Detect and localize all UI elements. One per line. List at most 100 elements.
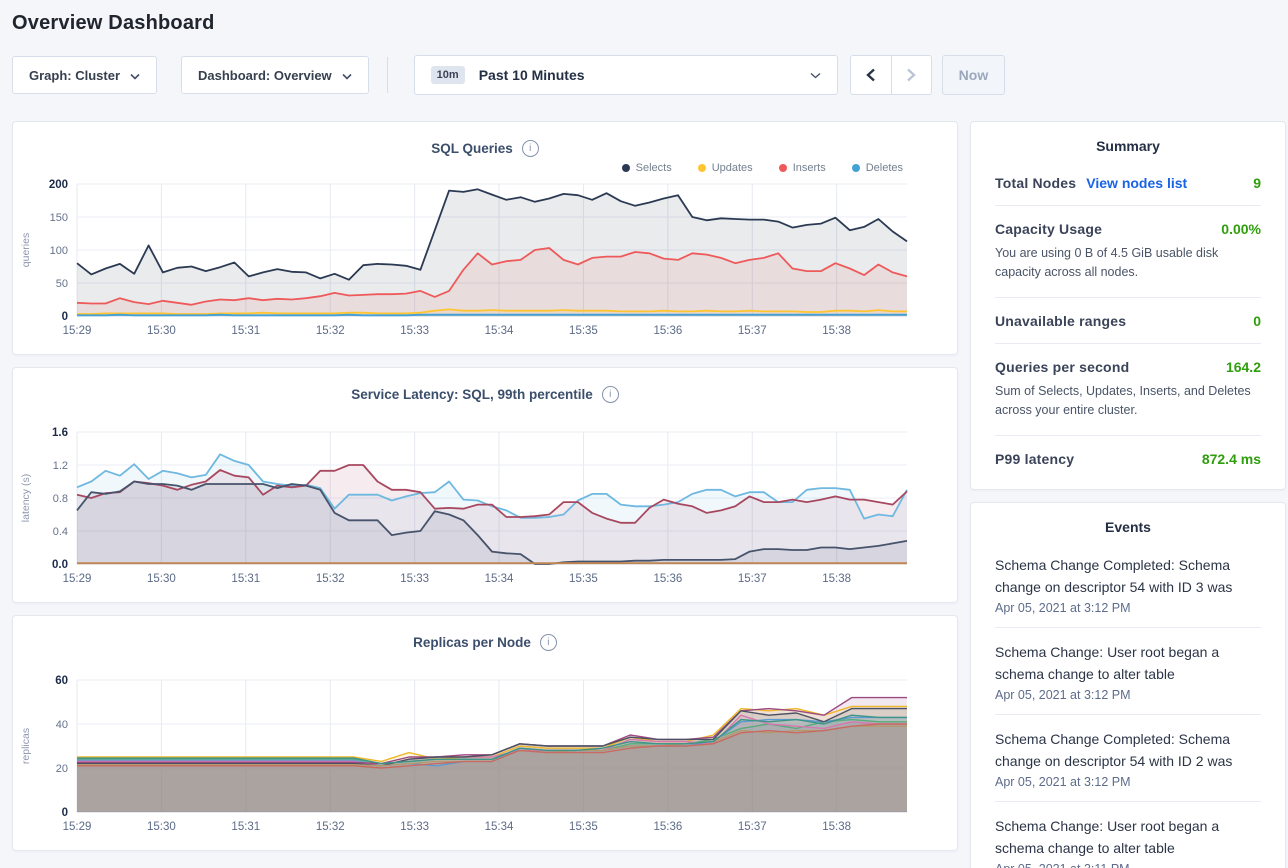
svg-text:15:34: 15:34 [485, 821, 514, 833]
svg-text:15:33: 15:33 [400, 325, 429, 337]
summary-row-p99: P99 latency 872.4 ms [995, 436, 1261, 489]
svg-text:15:36: 15:36 [653, 821, 682, 833]
view-nodes-list-link[interactable]: View nodes list [1086, 175, 1187, 191]
sidebar-column: Summary Total Nodes View nodes list 9 Ca… [970, 121, 1286, 868]
next-time-button[interactable] [891, 56, 931, 94]
total-nodes-label: Total Nodes [995, 175, 1076, 191]
chevron-down-icon [342, 68, 352, 83]
svg-text:15:35: 15:35 [569, 821, 598, 833]
svg-text:15:29: 15:29 [63, 325, 92, 337]
info-icon[interactable]: i [602, 386, 619, 403]
summary-row-total-nodes: Total Nodes View nodes list 9 [995, 160, 1261, 206]
event-message: Schema Change: User root began a schema … [995, 815, 1261, 859]
summary-row-qps: Queries per second 164.2 Sum of Selects,… [995, 344, 1261, 436]
svg-text:200: 200 [49, 179, 68, 191]
svg-text:0.8: 0.8 [53, 493, 68, 505]
svg-text:15:38: 15:38 [822, 573, 851, 585]
legend-item-updates[interactable]: Updates [698, 162, 753, 174]
svg-text:100: 100 [50, 245, 68, 257]
p99-latency-label: P99 latency [995, 451, 1074, 467]
chart-title: Replicas per Node [413, 635, 531, 650]
svg-text:40: 40 [56, 719, 68, 731]
page-title: Overview Dashboard [12, 12, 1286, 35]
event-item: Schema Change: User root began a schema … [995, 802, 1261, 868]
time-range-dropdown[interactable]: 10m Past 10 Minutes [414, 55, 838, 95]
svg-text:latency (s): latency (s) [20, 474, 32, 522]
legend-dot [779, 164, 787, 172]
svg-text:0.0: 0.0 [52, 559, 68, 571]
svg-text:15:36: 15:36 [653, 573, 682, 585]
svg-text:15:30: 15:30 [147, 573, 176, 585]
event-timestamp: Apr 05, 2021 at 3:12 PM [995, 601, 1261, 615]
svg-text:15:29: 15:29 [63, 821, 92, 833]
legend-dot [852, 164, 860, 172]
time-range-label: Past 10 Minutes [479, 67, 810, 83]
summary-row-capacity: Capacity Usage 0.00% You are using 0 B o… [995, 206, 1261, 298]
svg-text:15:29: 15:29 [63, 573, 92, 585]
event-item: Schema Change: User root began a schema … [995, 628, 1261, 715]
svg-text:15:34: 15:34 [485, 573, 514, 585]
total-nodes-value: 9 [1253, 175, 1261, 191]
event-message: Schema Change Completed: Schema change o… [995, 728, 1261, 772]
event-message: Schema Change: User root began a schema … [995, 641, 1261, 685]
prev-time-button[interactable] [851, 56, 891, 94]
events-title: Events [995, 503, 1261, 541]
svg-text:15:36: 15:36 [653, 325, 682, 337]
service-latency-chart: 15:2915:3015:3115:3215:3315:3415:3515:36… [13, 426, 957, 592]
unavailable-ranges-value: 0 [1253, 313, 1261, 329]
svg-text:15:32: 15:32 [316, 325, 345, 337]
svg-text:15:37: 15:37 [738, 821, 767, 833]
svg-text:15:30: 15:30 [147, 821, 176, 833]
svg-text:15:33: 15:33 [400, 573, 429, 585]
replicas-per-node-chart: 15:29 15:30 15:31 15:32 15:33 15:34 15:35 15:36… [13, 674, 957, 840]
svg-text:50: 50 [56, 278, 68, 290]
svg-text:15:33: 15:33 [400, 821, 429, 833]
legend-item-selects[interactable]: Selects [622, 162, 672, 174]
p99-latency-value: 872.4 ms [1202, 451, 1261, 467]
event-timestamp: Apr 05, 2021 at 3:11 PM [995, 862, 1261, 868]
summary-panel: Summary Total Nodes View nodes list 9 Ca… [970, 121, 1286, 490]
chart-legend: Selects Updates Inserts Deletes [13, 158, 957, 178]
svg-text:0: 0 [62, 311, 68, 323]
charts-column: SQL Queries i SelectsUpdatesInsertsDelet… [12, 121, 958, 868]
svg-text:15:35: 15:35 [569, 573, 598, 585]
svg-text:15:37: 15:37 [738, 573, 767, 585]
events-panel: Events Schema Change Completed: Schema c… [970, 502, 1286, 868]
svg-text:0: 0 [62, 807, 68, 819]
svg-text:60: 60 [55, 675, 68, 687]
queries-per-second-description: Sum of Selects, Updates, Inserts, and De… [995, 382, 1261, 421]
capacity-usage-description: You are using 0 B of 4.5 GiB usable disk… [995, 244, 1261, 283]
svg-text:15:32: 15:32 [316, 821, 345, 833]
graph-dropdown[interactable]: Graph: Cluster [12, 56, 157, 94]
graph-dropdown-label: Graph: Cluster [29, 68, 120, 83]
queries-per-second-label: Queries per second [995, 359, 1129, 375]
svg-text:15:37: 15:37 [738, 325, 767, 337]
now-button[interactable]: Now [942, 55, 1006, 95]
legend-item-deletes[interactable]: Deletes [852, 162, 903, 174]
legend-item-inserts[interactable]: Inserts [779, 162, 826, 174]
svg-text:15:34: 15:34 [485, 325, 514, 337]
dashboard-dropdown-label: Dashboard: Overview [198, 68, 332, 83]
capacity-usage-label: Capacity Usage [995, 221, 1102, 237]
svg-text:15:31: 15:31 [231, 573, 260, 585]
unavailable-ranges-label: Unavailable ranges [995, 313, 1126, 329]
svg-text:15:30: 15:30 [147, 325, 176, 337]
info-icon[interactable]: i [540, 634, 557, 651]
svg-text:150: 150 [50, 212, 68, 224]
event-item: Schema Change Completed: Schema change o… [995, 715, 1261, 802]
dashboard-dropdown[interactable]: Dashboard: Overview [181, 56, 369, 94]
legend-dot [622, 164, 630, 172]
sql-queries-chart: 15:2915:3015:3115:3215:3315:3415:3515:36… [13, 178, 957, 344]
info-icon[interactable]: i [522, 140, 539, 157]
overview-dashboard-page: Overview Dashboard Graph: Cluster Dashbo… [0, 0, 1288, 868]
svg-text:15:31: 15:31 [231, 821, 260, 833]
chevron-down-icon [810, 66, 821, 84]
event-timestamp: Apr 05, 2021 at 3:12 PM [995, 688, 1261, 702]
svg-text:0.4: 0.4 [53, 526, 68, 538]
summary-row-unavailable: Unavailable ranges 0 [995, 298, 1261, 344]
replicas-per-node-panel: Replicas per Node i 15:29 15:30 15:31 15:32… [12, 615, 958, 851]
summary-title: Summary [995, 122, 1261, 160]
service-latency-panel: Service Latency: SQL, 99th percentile i … [12, 367, 958, 603]
time-range-badge: 10m [431, 66, 465, 84]
svg-text:queries: queries [20, 233, 32, 267]
